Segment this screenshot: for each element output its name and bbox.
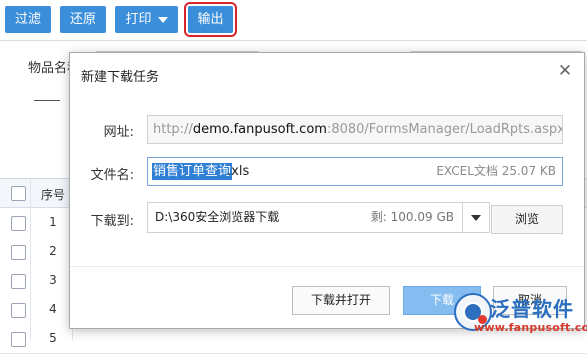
export-button[interactable]: 输出: [184, 2, 237, 37]
saveto-path: D:\360安全浏览器下载: [155, 210, 280, 224]
grid-divider: [30, 179, 31, 340]
url-label: 网址:: [103, 125, 134, 140]
url-prefix: http://: [153, 122, 193, 137]
url-field[interactable]: http://demo.fanpusoft.com:8080/FormsMana…: [147, 115, 563, 144]
row-seq: 4: [49, 302, 57, 316]
brand-url: www.fanpusoft.com: [474, 321, 587, 334]
caret-down-icon: [157, 16, 168, 23]
dialog-footer-divider: [70, 266, 584, 267]
brand-name: 泛普软件: [490, 297, 574, 321]
row-checkbox[interactable]: [11, 245, 26, 260]
filename-selection: 销售订单查询: [152, 163, 233, 180]
url-host: demo.fanpusoft.com: [192, 122, 327, 137]
row-seq: 5: [49, 331, 57, 345]
row-checkbox[interactable]: [11, 216, 26, 231]
saveto-dropdown[interactable]: [462, 202, 490, 233]
row-checkbox[interactable]: [11, 303, 26, 318]
free-space: 剩: 100.09 GB: [370, 210, 454, 224]
caret-down-icon: [471, 215, 481, 221]
toolbar: 过滤 还原 打印 输出: [0, 0, 587, 38]
file-type-size: EXCEL文档 25.07 KB: [436, 164, 556, 178]
brand-watermark: 泛普软件 www.fanpusoft.com: [454, 291, 587, 339]
seq-header: 序号: [40, 188, 65, 202]
close-icon[interactable]: ✕: [556, 62, 574, 80]
dialog-title: 新建下载任务: [81, 70, 160, 85]
filename-input[interactable]: 销售订单查询 .xls EXCEL文档 25.07 KB: [147, 157, 563, 186]
row-checkbox[interactable]: [11, 332, 26, 347]
saveto-label: 下载到:: [90, 214, 134, 229]
row-checkbox[interactable]: [11, 274, 26, 289]
row-seq: 1: [49, 215, 57, 229]
download-dialog: 新建下载任务 ✕ 网址: http://demo.fanpusoft.com:8…: [69, 52, 585, 329]
url-rest: :8080/FormsManager/LoadRpts.aspx?Rptid: [326, 122, 562, 137]
restore-button[interactable]: 还原: [60, 6, 106, 33]
download-and-open-button[interactable]: 下载并打开: [292, 286, 390, 315]
print-button[interactable]: 打印: [115, 6, 178, 33]
browse-button[interactable]: 浏览: [491, 205, 563, 234]
select-all-checkbox[interactable]: [11, 186, 26, 201]
print-label: 打印: [125, 12, 152, 27]
row-seq: 2: [49, 244, 57, 258]
toolbar-divider: [0, 40, 587, 41]
range-dash: [34, 100, 60, 101]
saveto-path-field[interactable]: D:\360安全浏览器下载 剩: 100.09 GB: [147, 202, 463, 233]
row-seq: 3: [49, 273, 57, 287]
filename-label: 文件名:: [90, 168, 134, 183]
filter-button[interactable]: 过滤: [5, 6, 51, 33]
filename-extension: .xls: [227, 164, 250, 179]
